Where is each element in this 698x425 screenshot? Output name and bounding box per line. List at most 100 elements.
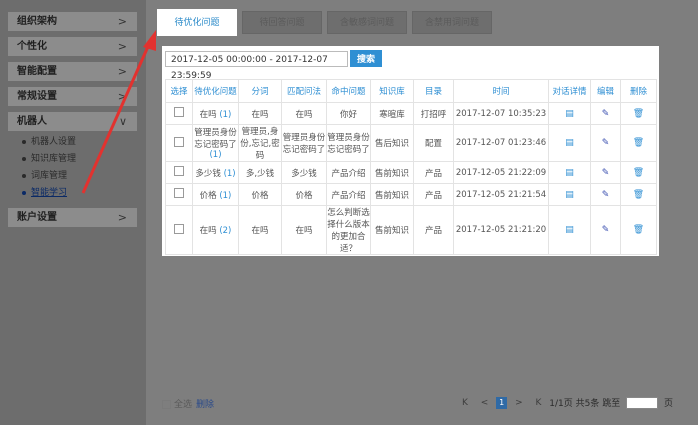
dialog-detail-icon[interactable]: ▤: [565, 168, 574, 178]
sidebar-sub-label: 机器人设置: [31, 137, 77, 147]
hit-cell: 管理员身份忘记密码了: [326, 124, 371, 162]
first-page-button[interactable]: K: [462, 398, 468, 408]
segment-cell: 在吗: [238, 205, 282, 255]
edit-icon[interactable]: ✎: [602, 138, 610, 148]
jump-page-input[interactable]: [626, 396, 659, 409]
row-checkbox[interactable]: [174, 223, 184, 234]
sidebar-item-label: 智能配置: [17, 66, 57, 77]
trash-icon[interactable]: 🗑: [633, 109, 644, 119]
trash-icon[interactable]: 🗑: [633, 225, 644, 235]
prev-page-button[interactable]: <: [481, 398, 489, 408]
sidebar-item-general[interactable]: 常规设置 >: [8, 87, 137, 106]
table-row: 在吗 (2) 在吗 在吗 怎么判断选择什么版本的更加合适？ 售前知识 产品 20…: [165, 205, 657, 255]
dialog-detail-icon[interactable]: ▤: [565, 225, 574, 235]
sidebar-item-org[interactable]: 组织架构 >: [8, 12, 137, 31]
question-count-link[interactable]: (1): [219, 191, 231, 201]
bullet-icon: [22, 139, 26, 144]
chevron-right-icon: >: [117, 15, 127, 28]
match-cell: 价格: [281, 183, 327, 206]
select-all-label: 全选: [174, 400, 193, 410]
edit-icon[interactable]: ✎: [602, 225, 610, 235]
chevron-right-icon: >: [117, 65, 127, 78]
tab-to-answer[interactable]: 待回答问题: [242, 11, 322, 34]
trash-icon[interactable]: 🗑: [633, 168, 644, 178]
sidebar-item-account[interactable]: 账户设置 >: [8, 208, 137, 227]
row-checkbox[interactable]: [174, 188, 184, 198]
current-page-button[interactable]: 1: [496, 396, 508, 409]
question-text: 管理员身份忘记密码了: [194, 128, 237, 150]
col-header-dialog: 对话详情: [548, 79, 591, 103]
page-info: 1/1页 共5条 跳至: [549, 399, 621, 409]
sidebar-sub-lexicon-manage[interactable]: 词库管理: [22, 169, 67, 183]
segment-cell: 管理员,身份,忘记,密码: [238, 124, 282, 162]
select-all-checkbox[interactable]: [162, 400, 171, 409]
col-header-select: 选择: [165, 79, 193, 103]
kb-cell: 售后知识: [370, 124, 414, 162]
hit-cell: 产品介绍: [326, 183, 371, 206]
edit-icon[interactable]: ✎: [602, 190, 610, 200]
bullet-icon: [22, 190, 26, 195]
time-cell: 2017-12-07 01:23:46: [453, 124, 549, 162]
question-count-link[interactable]: (1): [224, 169, 236, 179]
segment-cell: 在吗: [238, 102, 282, 125]
sidebar-item-label: 常规设置: [17, 91, 57, 102]
dialog-detail-icon[interactable]: ▤: [565, 138, 574, 148]
dialog-detail-icon[interactable]: ▤: [565, 109, 574, 119]
question-count-link[interactable]: (1): [209, 150, 221, 160]
content-panel: 2017-12-05 00:00:00 - 2017-12-07 23:59:5…: [162, 46, 659, 256]
col-header-question: 待优化问题: [192, 79, 239, 103]
chevron-right-icon: >: [117, 90, 127, 103]
sidebar-sub-label: 知识库管理: [31, 154, 77, 164]
last-page-button[interactable]: K: [536, 398, 542, 408]
select-all-area: 全选 删除: [162, 397, 214, 410]
match-cell: 在吗: [281, 205, 327, 255]
tab-banned-words[interactable]: 含禁用词问题: [412, 11, 492, 34]
questions-table: 选择 待优化问题 分词 匹配问法 命中问题 知识库 目录 时间 对话详情 编辑 …: [165, 79, 657, 255]
segment-cell: 价格: [238, 183, 282, 206]
kb-cell: 寒暄库: [370, 102, 414, 125]
question-text: 在吗: [199, 226, 217, 236]
dir-cell: 产品: [413, 205, 454, 255]
tab-to-optimize[interactable]: 待优化问题: [157, 9, 237, 36]
sidebar-item-personalize[interactable]: 个性化 >: [8, 37, 137, 56]
search-button[interactable]: 搜索: [350, 50, 382, 67]
hit-cell: 你好: [326, 102, 371, 125]
sidebar-sub-robot-settings[interactable]: 机器人设置: [22, 135, 76, 149]
page-unit: 页: [663, 399, 673, 409]
sidebar-sub-kb-manage[interactable]: 知识库管理: [22, 152, 76, 166]
bulk-delete-link[interactable]: 删除: [196, 400, 214, 410]
trash-icon[interactable]: 🗑: [633, 138, 644, 148]
question-count-link[interactable]: (1): [219, 110, 231, 120]
row-checkbox[interactable]: [174, 136, 184, 147]
table-row: 多少钱 (1) 多,少钱 多少钱 产品介绍 售前知识 产品 2017-12-05…: [165, 161, 657, 184]
chevron-right-icon: >: [117, 40, 127, 53]
question-count-link[interactable]: (2): [219, 226, 231, 236]
main-content: 待优化问题 待回答问题 含敏感词问题 含禁用词问题 2017-12-05 00:…: [146, 0, 698, 425]
kb-cell: 售前知识: [370, 205, 414, 255]
col-header-time: 时间: [453, 79, 549, 103]
col-header-delete: 删除: [620, 79, 657, 103]
dialog-detail-icon[interactable]: ▤: [565, 190, 574, 200]
trash-icon[interactable]: 🗑: [633, 190, 644, 200]
dir-cell: 产品: [413, 161, 454, 184]
dir-cell: 配置: [413, 124, 454, 162]
kb-cell: 售前知识: [370, 183, 414, 206]
row-checkbox[interactable]: [174, 166, 184, 176]
sidebar-item-smart-config[interactable]: 智能配置 >: [8, 62, 137, 81]
dir-cell: 产品: [413, 183, 454, 206]
sidebar-item-robot[interactable]: 机器人 ∨: [8, 112, 137, 131]
next-page-button[interactable]: >: [515, 398, 523, 408]
sidebar-sub-smart-learning[interactable]: 智能学习: [22, 186, 67, 200]
row-checkbox[interactable]: [174, 107, 184, 117]
pagination: K < 1 > K 1/1页 共5条 跳至 页: [457, 396, 673, 409]
col-header-kb: 知识库: [370, 79, 414, 103]
question-text: 多少钱: [195, 168, 221, 179]
hit-cell: 产品介绍: [326, 161, 371, 184]
edit-icon[interactable]: ✎: [602, 168, 610, 178]
table-row: 价格 (1) 价格 价格 产品介绍 售前知识 产品 2017-12-05 21:…: [165, 183, 657, 206]
date-range-input[interactable]: 2017-12-05 00:00:00 - 2017-12-07 23:59:5…: [165, 51, 348, 81]
tab-sensitive-words[interactable]: 含敏感词问题: [327, 11, 407, 34]
segment-cell: 多,少钱: [238, 161, 282, 184]
edit-icon[interactable]: ✎: [602, 109, 610, 119]
bullet-icon: [22, 173, 26, 178]
